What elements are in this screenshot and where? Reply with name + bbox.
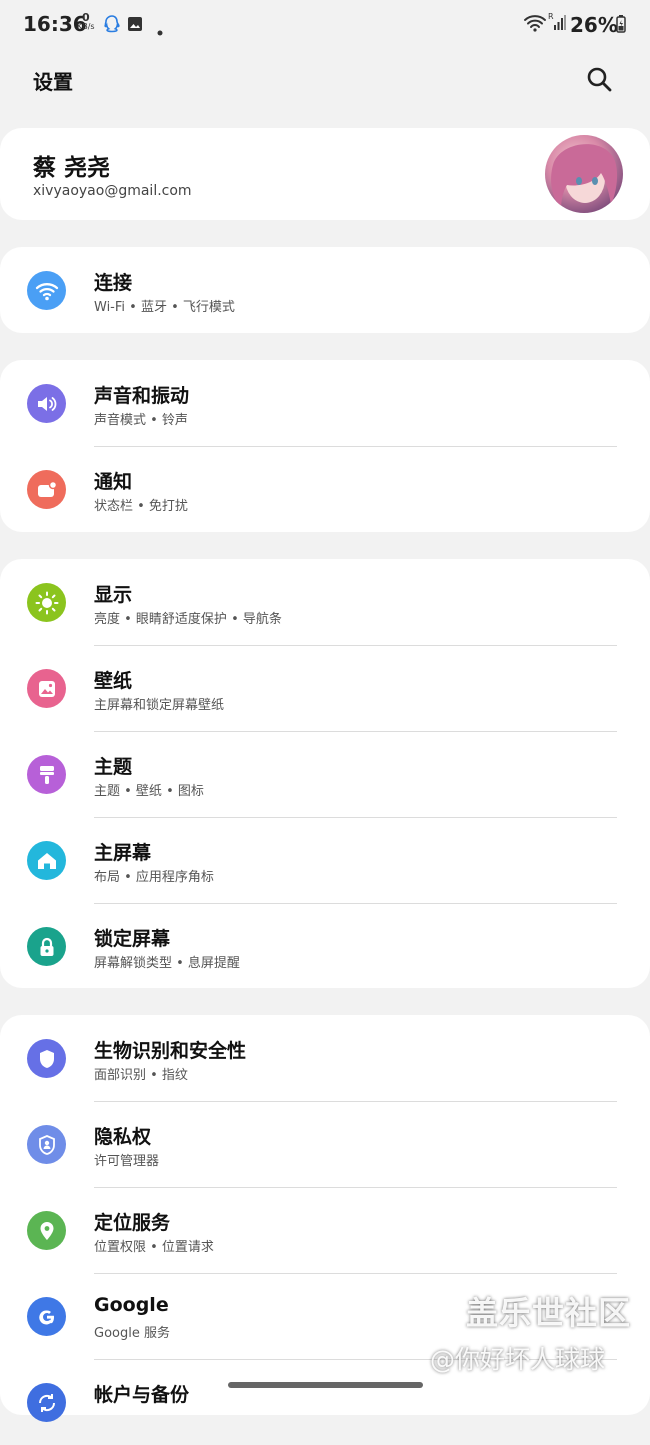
svg-text:R: R [548, 12, 554, 21]
profile-email: xivyaoyao@gmail.com [33, 183, 192, 199]
settings-item-themes[interactable]: 主题 主题 • 壁纸 • 图标 [0, 731, 650, 817]
search-button[interactable] [582, 62, 618, 98]
wifi-icon [27, 271, 66, 310]
watermark-community: 盖乐世社区 [466, 1294, 632, 1332]
sync-icon [27, 1383, 66, 1422]
google-icon [27, 1297, 66, 1336]
item-title: Google [94, 1294, 169, 1316]
item-title: 生物识别和安全性 [94, 1040, 247, 1062]
network-speed-unit: KB/s [77, 22, 95, 31]
item-subtitle: 位置权限 • 位置请求 [94, 1240, 214, 1255]
settings-item-connections[interactable]: 连接 Wi-Fi • 蓝牙 • 飞行模式 [0, 247, 650, 333]
item-subtitle: 许可管理器 [94, 1154, 160, 1169]
settings-item-wallpaper[interactable]: 壁纸 主屏幕和锁定屏幕壁纸 [0, 645, 650, 731]
settings-item-display[interactable]: 显示 亮度 • 眼睛舒适度保护 • 导航条 [0, 559, 650, 645]
avatar[interactable] [545, 135, 623, 213]
settings-item-location[interactable]: 定位服务 位置权限 • 位置请求 [0, 1187, 650, 1273]
theme-brush-icon [27, 755, 66, 794]
item-title: 壁纸 [94, 670, 133, 692]
settings-card-sound: 声音和振动 声音模式 • 铃声 通知 状态栏 • 免打扰 [0, 360, 650, 532]
lock-icon [27, 927, 66, 966]
privacy-icon [27, 1125, 66, 1164]
battery-percent: 26% [570, 13, 618, 37]
item-subtitle: 主题 • 壁纸 • 图标 [94, 784, 204, 799]
item-title: 定位服务 [94, 1212, 171, 1234]
profile-name: 蔡 尧尧 [33, 155, 111, 181]
settings-item-biometrics[interactable]: 生物识别和安全性 面部识别 • 指纹 [0, 1015, 650, 1101]
brightness-icon [27, 583, 66, 622]
item-subtitle: 声音模式 • 铃声 [94, 413, 188, 428]
item-title: 锁定屏幕 [94, 928, 171, 950]
settings-item-lock-screen[interactable]: 锁定屏幕 屏幕解锁类型 • 息屏提醒 [0, 903, 650, 989]
settings-item-notifications[interactable]: 通知 状态栏 • 免打扰 [0, 446, 650, 532]
settings-item-sound[interactable]: 声音和振动 声音模式 • 铃声 [0, 360, 650, 446]
item-title: 主题 [94, 756, 133, 778]
battery-icon [616, 15, 626, 37]
network-speed-value: 0 [81, 11, 90, 24]
shield-icon [27, 1039, 66, 1078]
profile-card[interactable]: 蔡 尧尧 xivyaoyao@gmail.com [0, 128, 650, 220]
settings-card-connections: 连接 Wi-Fi • 蓝牙 • 飞行模式 [0, 247, 650, 333]
item-subtitle: 状态栏 • 免打扰 [94, 499, 188, 514]
item-title: 隐私权 [94, 1126, 152, 1148]
item-title: 通知 [94, 471, 133, 493]
dot-icon [157, 21, 163, 40]
image-icon [127, 16, 143, 36]
item-title: 显示 [94, 584, 133, 606]
volume-icon [27, 384, 66, 423]
page-title: 设置 [33, 70, 73, 94]
wallpaper-icon [27, 669, 66, 708]
search-icon [587, 67, 612, 92]
home-icon [27, 841, 66, 880]
status-bar: 16:36 0 KB/s R 26% [0, 0, 650, 50]
item-subtitle: 布局 • 应用程序角标 [94, 870, 214, 885]
location-pin-icon [27, 1211, 66, 1250]
settings-item-home-screen[interactable]: 主屏幕 布局 • 应用程序角标 [0, 817, 650, 903]
signal-icon: R [548, 12, 566, 36]
item-subtitle: 面部识别 • 指纹 [94, 1068, 188, 1083]
network-speed: 0 KB/s [77, 11, 95, 31]
header: 设置 [0, 52, 650, 108]
home-indicator-bar[interactable] [228, 1382, 423, 1388]
item-subtitle: 亮度 • 眼睛舒适度保护 • 导航条 [94, 612, 282, 627]
item-title: 连接 [94, 272, 133, 294]
item-subtitle: 主屏幕和锁定屏幕壁纸 [94, 698, 225, 713]
wifi-icon [523, 14, 547, 36]
watermark-author: @你好坏人球球 [430, 1345, 606, 1374]
item-subtitle: 屏幕解锁类型 • 息屏提醒 [94, 956, 240, 971]
qq-icon [103, 14, 121, 38]
item-subtitle: Wi-Fi • 蓝牙 • 飞行模式 [94, 300, 235, 315]
notification-icon [27, 470, 66, 509]
item-title: 声音和振动 [94, 385, 190, 407]
item-subtitle: Google 服务 [94, 1326, 170, 1341]
settings-item-privacy[interactable]: 隐私权 许可管理器 [0, 1101, 650, 1187]
settings-card-display: 显示 亮度 • 眼睛舒适度保护 • 导航条 壁纸 主屏幕和锁定屏幕壁纸 主题 主… [0, 559, 650, 988]
item-title: 主屏幕 [94, 842, 152, 864]
